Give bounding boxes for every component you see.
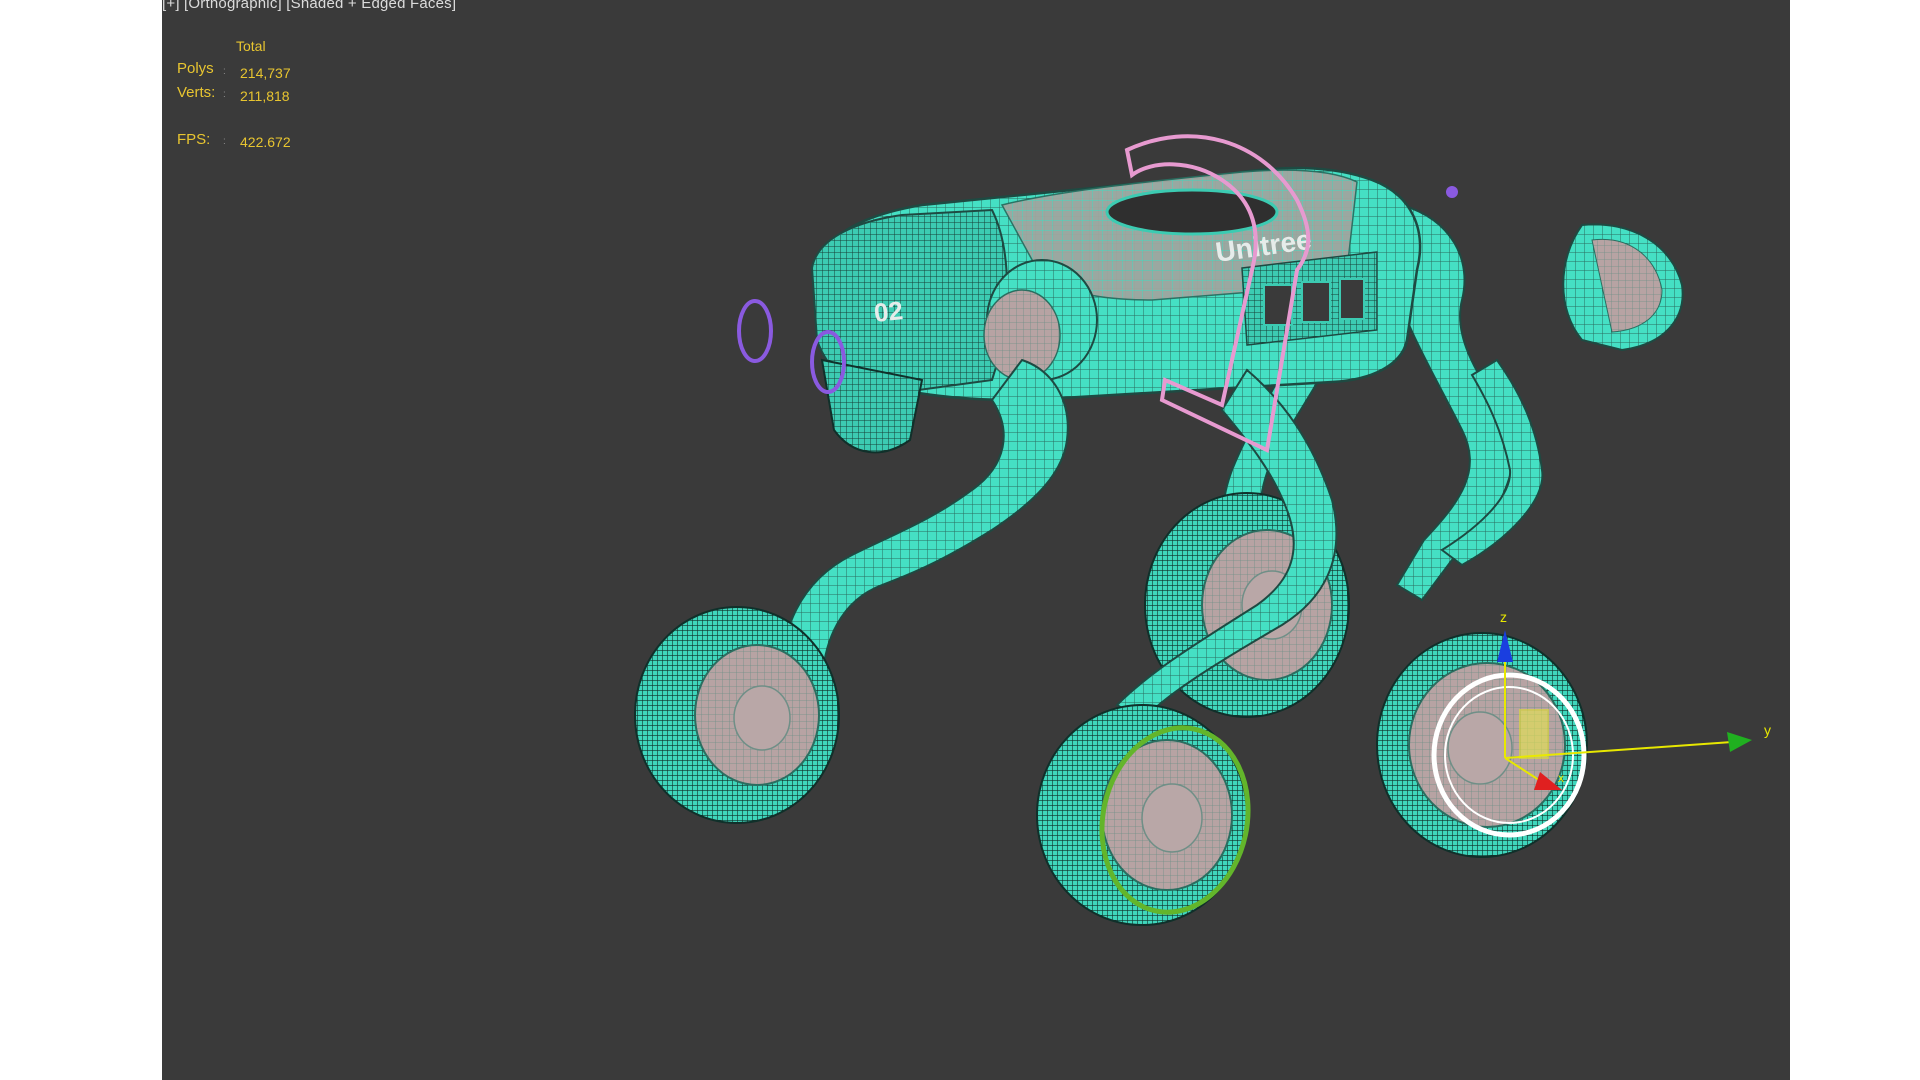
polys-separator: : (223, 66, 226, 77)
front-near-leg[interactable] (780, 358, 1069, 691)
gizmo-y-arrow[interactable] (1727, 732, 1752, 752)
gizmo-x-label: x (1558, 771, 1564, 785)
fps-label: FPS: (177, 131, 211, 148)
verts-separator: : (223, 89, 226, 100)
fps-value: 422.672 (240, 134, 291, 150)
rear-helper-point[interactable] (1446, 186, 1458, 198)
fps-separator: : (223, 136, 226, 147)
verts-label: Verts: (177, 84, 216, 101)
verts-value: 211,818 (240, 88, 290, 104)
scene-canvas[interactable]: Unitree 02 z y x (162, 0, 1790, 1080)
polys-value: 214,737 (240, 65, 291, 81)
front-helper-circle-1[interactable] (737, 299, 773, 363)
polys-label: Polys (177, 60, 214, 77)
gizmo-z-label: z (1500, 609, 1507, 625)
3d-viewport[interactable]: Unitree 02 z y x [+] [Orthographic] [Sha… (162, 0, 1790, 1080)
wheel-front-near[interactable] (634, 606, 840, 824)
wheel-rear-right[interactable] (1376, 632, 1588, 858)
stats-header: Total (236, 38, 266, 54)
viewport-label[interactable]: [+] [Orthographic] [Shaded + Edged Faces… (162, 0, 456, 12)
body-number-decal: 02 (872, 295, 904, 328)
gizmo-y-label: y (1764, 722, 1771, 738)
